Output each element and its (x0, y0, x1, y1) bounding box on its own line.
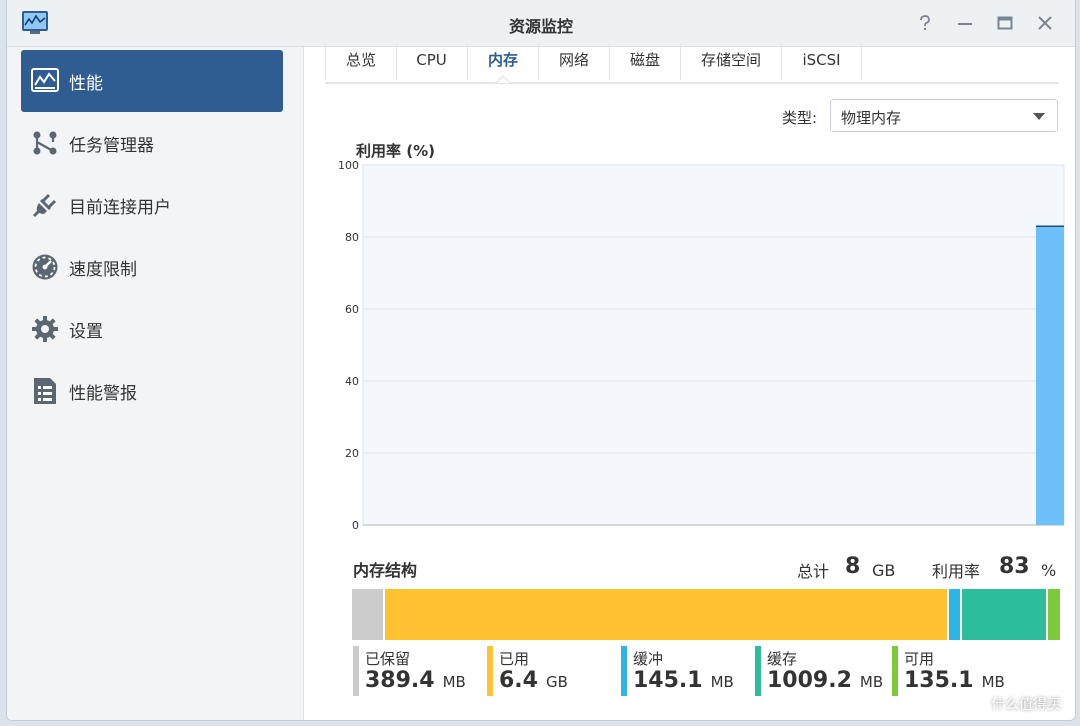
type-label: 类型: (782, 109, 818, 127)
tab-overview[interactable]: 总览 (325, 44, 397, 80)
legend-swatch (755, 646, 761, 696)
usage-unit: % (1041, 561, 1057, 580)
tab-iscsi[interactable]: iSCSI (782, 44, 862, 80)
sidebar-item-label: 设置 (69, 321, 103, 342)
tab-bar: 总览 CPU 内存 网络 磁盘 存储空间 iSCSI (325, 44, 1059, 84)
memory-type-select[interactable]: 物理内存 (830, 99, 1058, 132)
chart-y-axis-title: 利用率 (%) (356, 142, 435, 160)
chart-y-tick-label: 60 (345, 303, 359, 316)
memory-segment-3 (949, 589, 962, 640)
help-icon[interactable] (914, 12, 936, 34)
sidebar-item-label: 性能 (69, 73, 103, 94)
total-unit: GB (872, 561, 896, 580)
alert-list-icon (31, 377, 59, 405)
watermark-text: 什么值得买 (991, 697, 1061, 713)
sidebar-item-speed-limit[interactable]: 速度限制 (21, 236, 283, 298)
minimize-icon[interactable] (954, 12, 976, 34)
maximize-icon[interactable] (994, 12, 1016, 34)
chart-plot-area (362, 164, 1065, 526)
sidebar-item-performance[interactable]: 性能 (21, 50, 283, 112)
total-label: 总计 (797, 562, 830, 581)
memory-usage-chart: 0 20 40 60 80 100 (338, 160, 1065, 532)
chart-y-tick-label: 40 (345, 375, 359, 388)
chart-y-tick-label: 80 (345, 231, 359, 244)
sidebar-item-performance-alerts[interactable]: 性能警报 (21, 360, 283, 422)
sidebar: 性能 任务管理器 目前连接用户 速度限制 设置 性能警报 (7, 47, 304, 720)
chart-y-tick-label: 0 (352, 519, 359, 532)
memory-segment-4 (961, 589, 1049, 640)
total-value: 8 (845, 554, 861, 579)
usage-value: 83 (999, 554, 1030, 579)
sidebar-item-label: 任务管理器 (69, 135, 154, 156)
memory-segment-5 (1048, 589, 1060, 640)
sidebar-item-label: 目前连接用户 (69, 197, 171, 218)
memory-structure-title: 内存结构 (353, 561, 418, 580)
speedometer-icon (31, 253, 59, 281)
tab-disk[interactable]: 磁盘 (610, 44, 681, 80)
select-value: 物理内存 (841, 109, 902, 127)
tab-storage-space[interactable]: 存储空间 (681, 44, 782, 80)
tab-cpu[interactable]: CPU (396, 44, 468, 80)
tab-memory[interactable]: 内存 (468, 44, 539, 83)
legend-swatch (621, 646, 627, 696)
plug-icon (31, 191, 59, 219)
sidebar-item-label: 性能警报 (69, 383, 137, 404)
close-icon[interactable] (1034, 12, 1056, 34)
legend-swatch (353, 646, 359, 696)
task-manager-icon (31, 129, 59, 157)
active-tab-indicator (496, 75, 510, 83)
chevron-down-icon[interactable] (1033, 113, 1045, 120)
legend-swatch (487, 646, 493, 696)
gear-icon (31, 315, 59, 343)
chart-y-tick-label: 100 (338, 160, 359, 172)
title-bar[interactable]: 资源监控 (7, 0, 1075, 47)
sidebar-item-label: 速度限制 (69, 259, 137, 280)
sidebar-item-settings[interactable]: 设置 (21, 298, 283, 360)
chart-y-tick-label: 20 (345, 447, 359, 460)
watermark: 什么值得买 (991, 694, 1061, 714)
resource-monitor-window: 资源监控 性能 任务管理器 目前连接用户 速度限制 设置 性能警报 总览 CPU… (6, 0, 1076, 721)
legend-swatch (892, 646, 898, 696)
sidebar-item-connected-users[interactable]: 目前连接用户 (21, 174, 283, 236)
sidebar-item-task-manager[interactable]: 任务管理器 (21, 112, 283, 174)
memory-segment-2 (385, 589, 950, 640)
chart-usage-bar (1036, 226, 1064, 525)
performance-chart-icon (31, 67, 59, 95)
tab-network[interactable]: 网络 (539, 44, 610, 80)
memory-composition-bar (352, 589, 1060, 640)
usage-label: 利用率 (932, 562, 981, 581)
memory-segment-1 (352, 589, 386, 640)
